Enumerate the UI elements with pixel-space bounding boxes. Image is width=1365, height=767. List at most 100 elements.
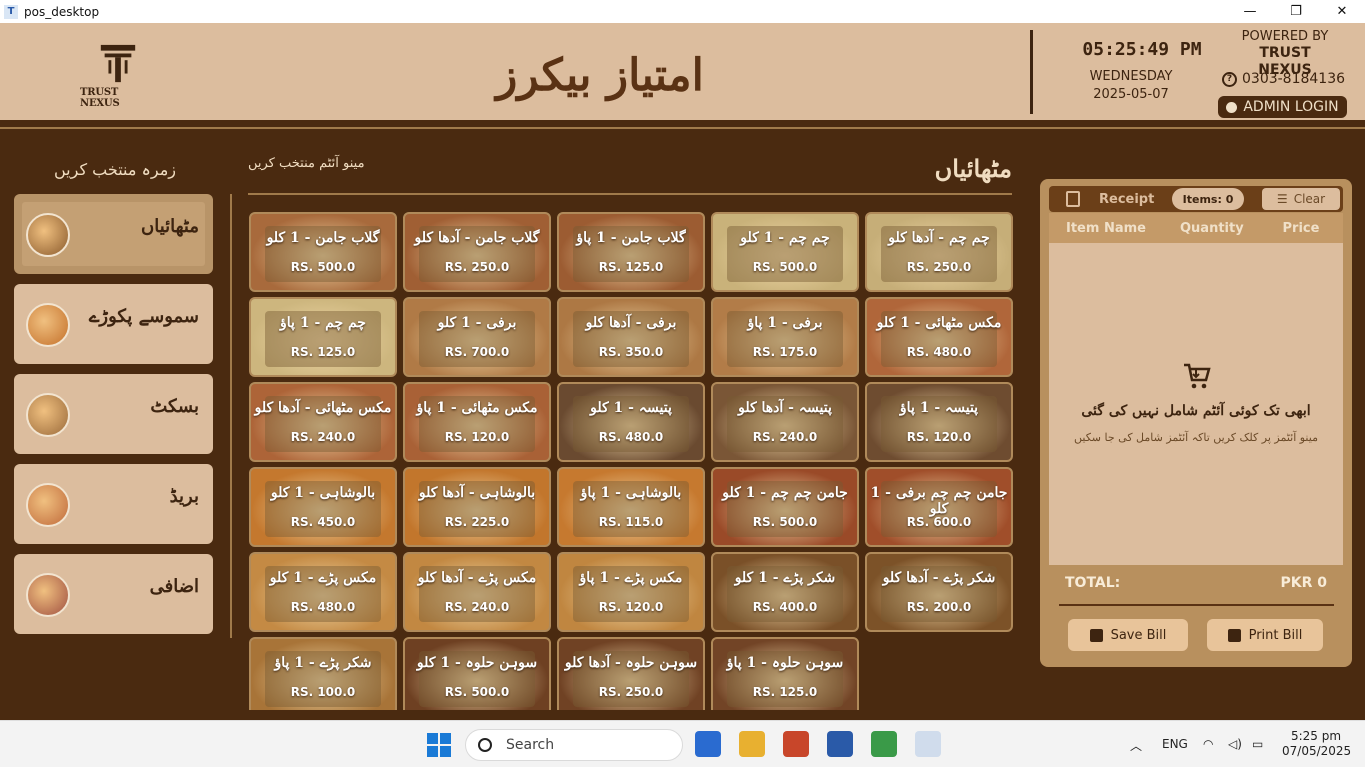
category-list: مٹھائیاں سموسے پکوڑے بسکٹ بریڈ اضافی [14,194,213,644]
item-price: RS. 450.0 [290,515,356,529]
categories-title: زمرہ منتخب کریں [53,160,176,179]
menu-item[interactable]: مکس پڑے - 1 کلو RS. 480.0 [249,552,397,632]
item-name: مکس پڑے - 1 کلو [269,570,377,586]
taskbar: Search ︿ ENG ◠ ◁) ▭ 5:25 pm 07/05/2025 [0,720,1365,767]
menu-item[interactable]: بالوشاہی - 1 کلو RS. 450.0 [249,467,397,547]
menu-item[interactable]: مکس مٹھائی - 1 پاؤ RS. 120.0 [403,382,551,462]
menu-item[interactable]: پتیسہ - آدھا کلو RS. 240.0 [711,382,859,462]
menu-item[interactable]: گلاب جامن - 1 پاؤ RS. 125.0 [557,212,705,292]
menu-item[interactable]: مکس پڑے - آدھا کلو RS. 240.0 [403,552,551,632]
item-price: RS. 500.0 [444,685,510,699]
category-item[interactable]: بسکٹ [14,374,213,454]
taskbar-clock[interactable]: 5:25 pm 07/05/2025 [1282,729,1352,759]
language-indicator[interactable]: ENG [1162,737,1188,751]
menu-item[interactable]: پتیسہ - 1 پاؤ RS. 120.0 [865,382,1013,462]
total-label: TOTAL: [1065,575,1121,591]
word-icon[interactable] [827,731,853,757]
menu-item[interactable]: جامن چم چم - 1 کلو RS. 500.0 [711,467,859,547]
help-icon: ? [1222,71,1237,87]
chevron-up-icon[interactable]: ︿ [1130,737,1142,754]
windows-logo-pane [440,733,451,744]
item-price: RS. 500.0 [752,515,818,529]
category-image [26,483,70,527]
category-item[interactable]: سموسے پکوڑے [14,284,213,364]
item-price: RS. 100.0 [290,685,356,699]
category-image [26,573,70,617]
category-label: بسکٹ [150,396,199,417]
menu-item[interactable]: گلاب جامن - 1 کلو RS. 500.0 [249,212,397,292]
battery-icon[interactable]: ▭ [1252,737,1263,751]
start-button[interactable] [427,733,451,757]
menu-item[interactable]: برفی - 1 کلو RS. 700.0 [403,297,551,377]
menu-item[interactable]: چم چم - 1 پاؤ RS. 125.0 [249,297,397,377]
menu-item[interactable]: سوہن حلوہ - آدھا کلو RS. 250.0 [557,637,705,710]
powerpoint-icon[interactable] [783,731,809,757]
close-button[interactable]: ✕ [1319,0,1365,23]
admin-icon [1226,101,1238,113]
item-name: پتیسہ - 1 پاؤ [899,400,979,416]
item-name: مکس مٹھائی - 1 کلو [876,315,1002,331]
search-label: Search [506,737,555,753]
category-item[interactable]: اضافی [14,554,213,634]
column-item-name: Item Name [1066,220,1146,236]
menu-item[interactable]: شکر پڑے - 1 کلو RS. 400.0 [711,552,859,632]
item-name: بالوشاہی - 1 کلو [270,485,376,501]
admin-login-button[interactable]: ADMIN LOGIN [1218,96,1347,118]
category-item[interactable]: بریڈ [14,464,213,544]
receipt-panel: Receipt Items: 0 ☰ Clear Item Name Quant… [1040,179,1352,667]
maximize-button[interactable]: ❐ [1273,0,1319,23]
item-name: برفی - آدھا کلو [585,315,677,331]
taskbar-search[interactable]: Search [465,729,683,761]
menu-item[interactable]: پتیسہ - 1 کلو RS. 480.0 [557,382,705,462]
item-name: برفی - 1 کلو [437,315,517,331]
category-item[interactable]: مٹھائیاں [14,194,213,274]
chrome-icon[interactable] [871,731,897,757]
file-explorer-icon[interactable] [739,731,765,757]
receipt-title: Receipt [1099,192,1155,207]
volume-icon[interactable]: ◁) [1228,737,1242,751]
windows-logo-pane [427,733,438,744]
clear-button[interactable]: ☰ Clear [1262,188,1340,210]
receipt-icon [1066,191,1080,207]
taskbar-date: 07/05/2025 [1282,744,1352,758]
window-title: pos_desktop [24,4,100,19]
item-name: مکس مٹھائی - آدھا کلو [254,400,392,416]
menu-item[interactable]: چم چم - 1 کلو RS. 500.0 [711,212,859,292]
minimize-button[interactable]: — [1227,0,1273,23]
item-price: RS. 250.0 [444,260,510,274]
menu-item[interactable]: سوہن حلوہ - 1 پاؤ RS. 125.0 [711,637,859,710]
menu-item[interactable]: برفی - 1 پاؤ RS. 175.0 [711,297,859,377]
cart-icon [1184,363,1211,389]
item-name: پتیسہ - آدھا کلو [738,400,832,416]
menu-item[interactable]: سوہن حلوہ - 1 کلو RS. 500.0 [403,637,551,710]
menu-item[interactable]: گلاب جامن - آدھا کلو RS. 250.0 [403,212,551,292]
menu-item[interactable]: جامن چم چم برفی - 1 کلو RS. 600.0 [865,467,1013,547]
item-price: RS. 500.0 [752,260,818,274]
item-name: سوہن حلوہ - 1 پاؤ [726,655,844,671]
menu-item[interactable]: چم چم - آدھا کلو RS. 250.0 [865,212,1013,292]
menu-item[interactable]: شکر پڑے - 1 پاؤ RS. 100.0 [249,637,397,710]
menu-item[interactable]: مکس مٹھائی - آدھا کلو RS. 240.0 [249,382,397,462]
category-separator [230,194,232,638]
store-icon[interactable] [695,731,721,757]
item-name: جامن چم چم برفی - 1 کلو [870,485,1008,517]
pos-desktop-icon[interactable] [915,731,941,757]
menu-item[interactable]: برفی - آدھا کلو RS. 350.0 [557,297,705,377]
item-name: مکس مٹھائی - 1 پاؤ [416,400,538,416]
print-bill-button[interactable]: Print Bill [1207,619,1323,651]
menu-item[interactable]: مکس مٹھائی - 1 کلو RS. 480.0 [865,297,1013,377]
menu-item[interactable]: شکر پڑے - آدھا کلو RS. 200.0 [865,552,1013,632]
item-price: RS. 500.0 [290,260,356,274]
menu-item[interactable]: مکس پڑے - 1 پاؤ RS. 120.0 [557,552,705,632]
receipt-columns: Item Name Quantity Price [1049,213,1343,243]
menu-item[interactable]: بالوشاہی - 1 پاؤ RS. 115.0 [557,467,705,547]
current-date: 2025-05-07 [1093,87,1169,102]
wifi-icon[interactable]: ◠ [1203,737,1213,751]
receipt-items-area: ابھی تک کوئی آئٹم شامل نہیں کی گئی مینو … [1049,243,1343,565]
item-price: RS. 200.0 [906,600,972,614]
item-price: RS. 600.0 [906,515,972,529]
menu-item[interactable]: بالوشاہی - آدھا کلو RS. 225.0 [403,467,551,547]
save-bill-button[interactable]: Save Bill [1068,619,1188,651]
category-label: سموسے پکوڑے [88,306,199,327]
column-price: Price [1282,220,1320,236]
